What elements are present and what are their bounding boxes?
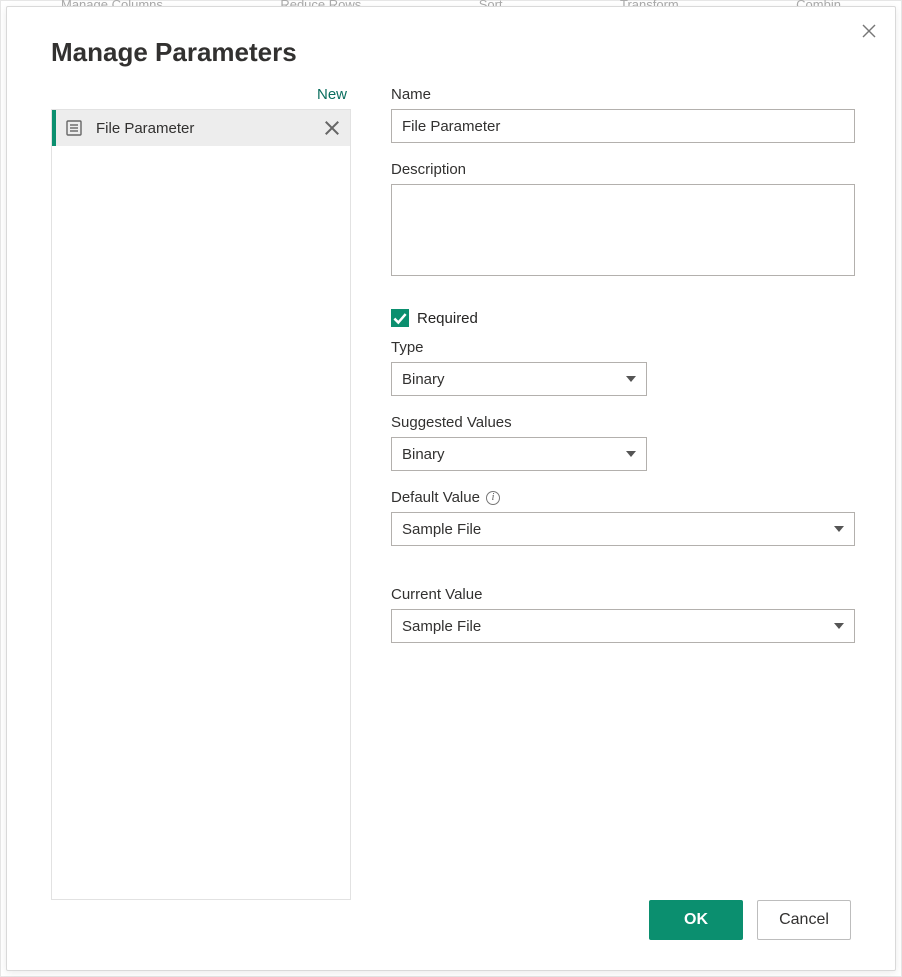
- name-input[interactable]: [391, 109, 855, 143]
- type-select-value: Binary: [402, 371, 445, 388]
- dialog-title: Manage Parameters: [7, 7, 895, 68]
- suggested-values-select[interactable]: Binary: [391, 437, 647, 471]
- current-value-label: Current Value: [391, 586, 855, 603]
- delete-icon: [322, 118, 342, 138]
- default-value-select-value: Sample File: [402, 521, 481, 538]
- info-icon: i: [486, 491, 500, 505]
- name-label: Name: [391, 86, 855, 103]
- parameter-list: File Parameter: [51, 109, 351, 900]
- chevron-down-icon: [626, 376, 636, 382]
- default-value-select[interactable]: Sample File: [391, 512, 855, 546]
- current-value-select-value: Sample File: [402, 618, 481, 635]
- check-icon: [391, 309, 409, 327]
- dialog-footer: OK Cancel: [7, 900, 895, 970]
- chevron-down-icon: [834, 623, 844, 629]
- new-parameter-link[interactable]: New: [317, 86, 347, 103]
- required-checkbox[interactable]: [391, 309, 409, 327]
- description-label: Description: [391, 161, 855, 178]
- delete-parameter-button[interactable]: [322, 118, 342, 138]
- close-icon: [861, 23, 877, 39]
- parameter-list-panel: New File Parameter: [51, 86, 351, 900]
- close-button[interactable]: [857, 19, 881, 43]
- suggested-values-label: Suggested Values: [391, 414, 855, 431]
- type-select[interactable]: Binary: [391, 362, 647, 396]
- manage-parameters-dialog: Manage Parameters New: [6, 6, 896, 971]
- chevron-down-icon: [834, 526, 844, 532]
- suggested-values-select-value: Binary: [402, 446, 445, 463]
- ok-button[interactable]: OK: [649, 900, 743, 940]
- chevron-down-icon: [626, 451, 636, 457]
- parameter-item-label: File Parameter: [96, 120, 310, 137]
- parameter-list-item[interactable]: File Parameter: [52, 110, 350, 146]
- parameter-icon: [64, 118, 84, 138]
- parameter-form: Name Description Required Ty: [391, 86, 855, 900]
- cancel-button[interactable]: Cancel: [757, 900, 851, 940]
- type-label: Type: [391, 339, 855, 356]
- description-input[interactable]: [391, 184, 855, 276]
- default-value-label: Default Value i: [391, 489, 855, 506]
- required-label: Required: [417, 310, 478, 327]
- current-value-select[interactable]: Sample File: [391, 609, 855, 643]
